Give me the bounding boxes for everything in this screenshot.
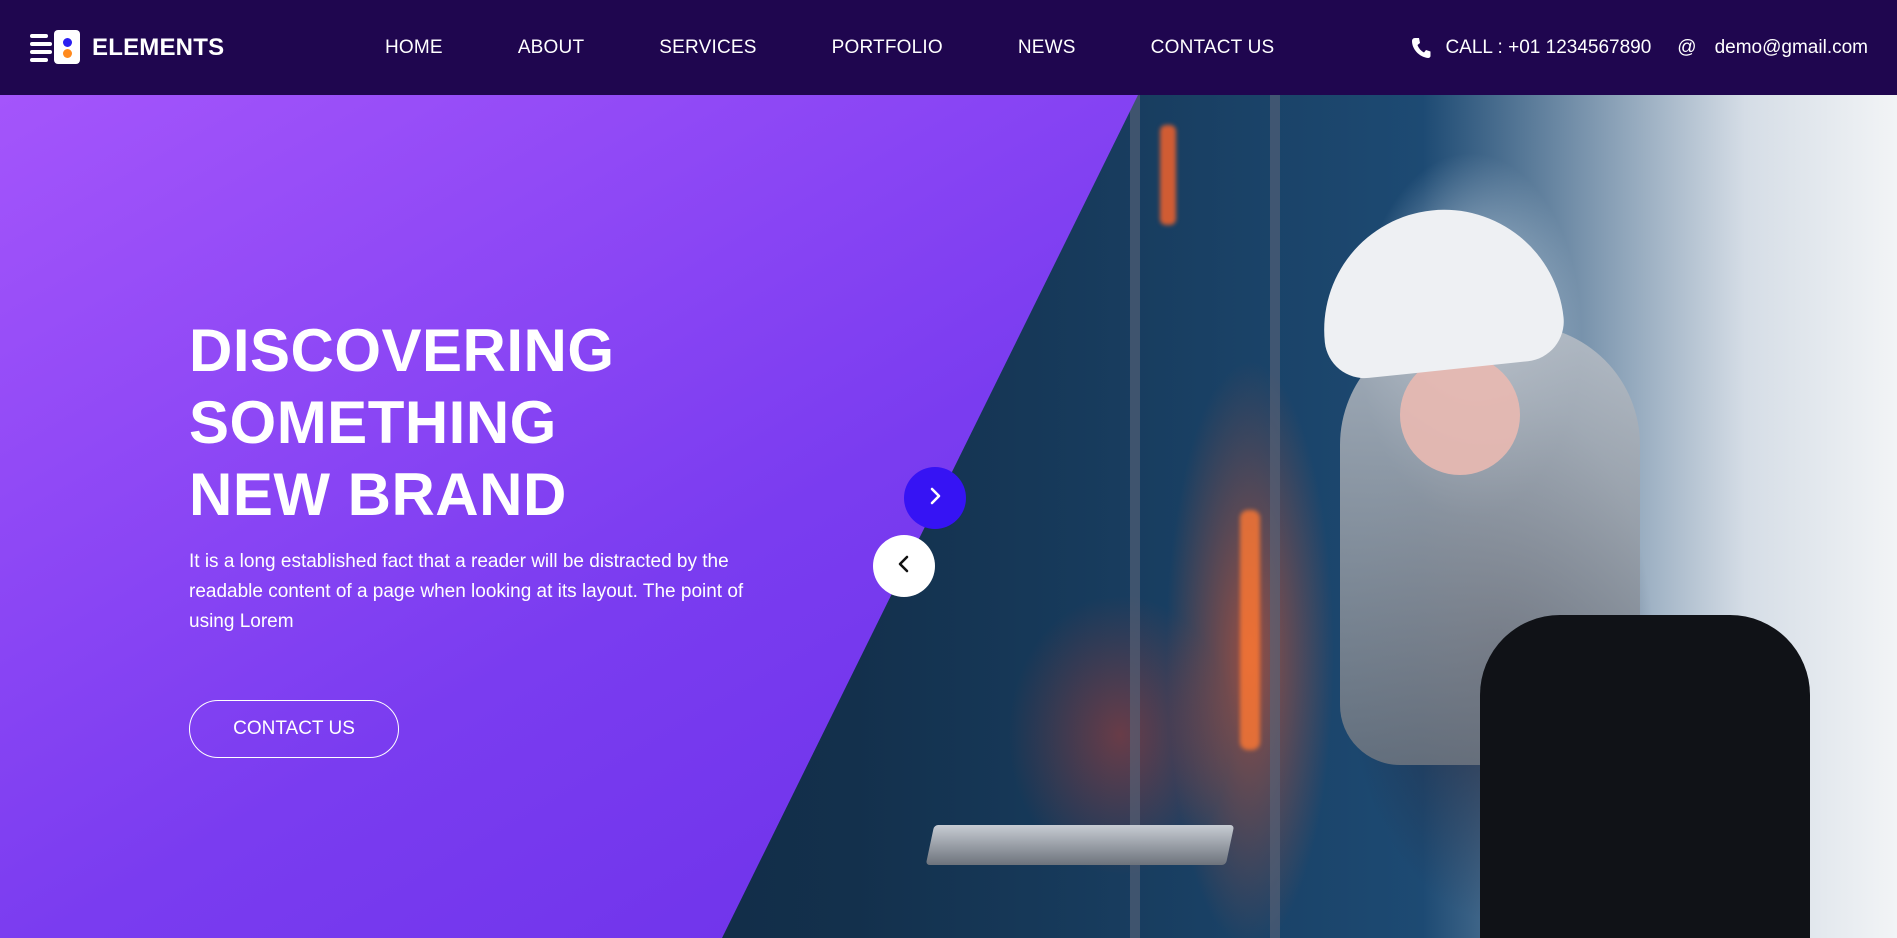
- brand-logo[interactable]: ELEMENTS: [30, 30, 224, 66]
- hero-title-line: NEW BRAND: [189, 461, 567, 528]
- site-header: ELEMENTS HOME ABOUT SERVICES PORTFOLIO N…: [0, 0, 1897, 95]
- hero-title-line: SOMETHING: [189, 389, 557, 456]
- nav-services[interactable]: SERVICES: [659, 37, 756, 59]
- nav-news[interactable]: NEWS: [1018, 37, 1076, 59]
- nav-contact-us[interactable]: CONTACT US: [1151, 37, 1275, 59]
- nav-home[interactable]: HOME: [385, 37, 443, 59]
- hero-section: DISCOVERING SOMETHING NEW BRAND It is a …: [0, 95, 1897, 938]
- hero-title: DISCOVERING SOMETHING NEW BRAND: [189, 315, 615, 531]
- brand-name: ELEMENTS: [92, 34, 225, 61]
- contact-us-button[interactable]: CONTACT US: [189, 700, 399, 758]
- hero-title-line: DISCOVERING: [189, 317, 615, 384]
- at-icon: @: [1677, 36, 1697, 58]
- main-nav: HOME ABOUT SERVICES PORTFOLIO NEWS CONTA…: [385, 0, 1274, 95]
- logo-icon: [30, 30, 82, 66]
- hero-description: It is a long established fact that a rea…: [189, 551, 744, 632]
- chevron-left-icon: [894, 554, 914, 579]
- nav-portfolio[interactable]: PORTFOLIO: [832, 37, 943, 59]
- phone-number[interactable]: CALL : +01 1234567890: [1445, 37, 1651, 59]
- slider-prev-button[interactable]: [873, 535, 935, 597]
- header-contact-info: CALL : +01 1234567890 @ demo@gmail.com: [1411, 0, 1868, 95]
- slider-next-button[interactable]: [904, 467, 966, 529]
- email-address[interactable]: demo@gmail.com: [1715, 37, 1868, 59]
- phone-icon: [1411, 37, 1431, 59]
- chevron-right-icon: [925, 486, 945, 511]
- nav-about[interactable]: ABOUT: [518, 37, 584, 59]
